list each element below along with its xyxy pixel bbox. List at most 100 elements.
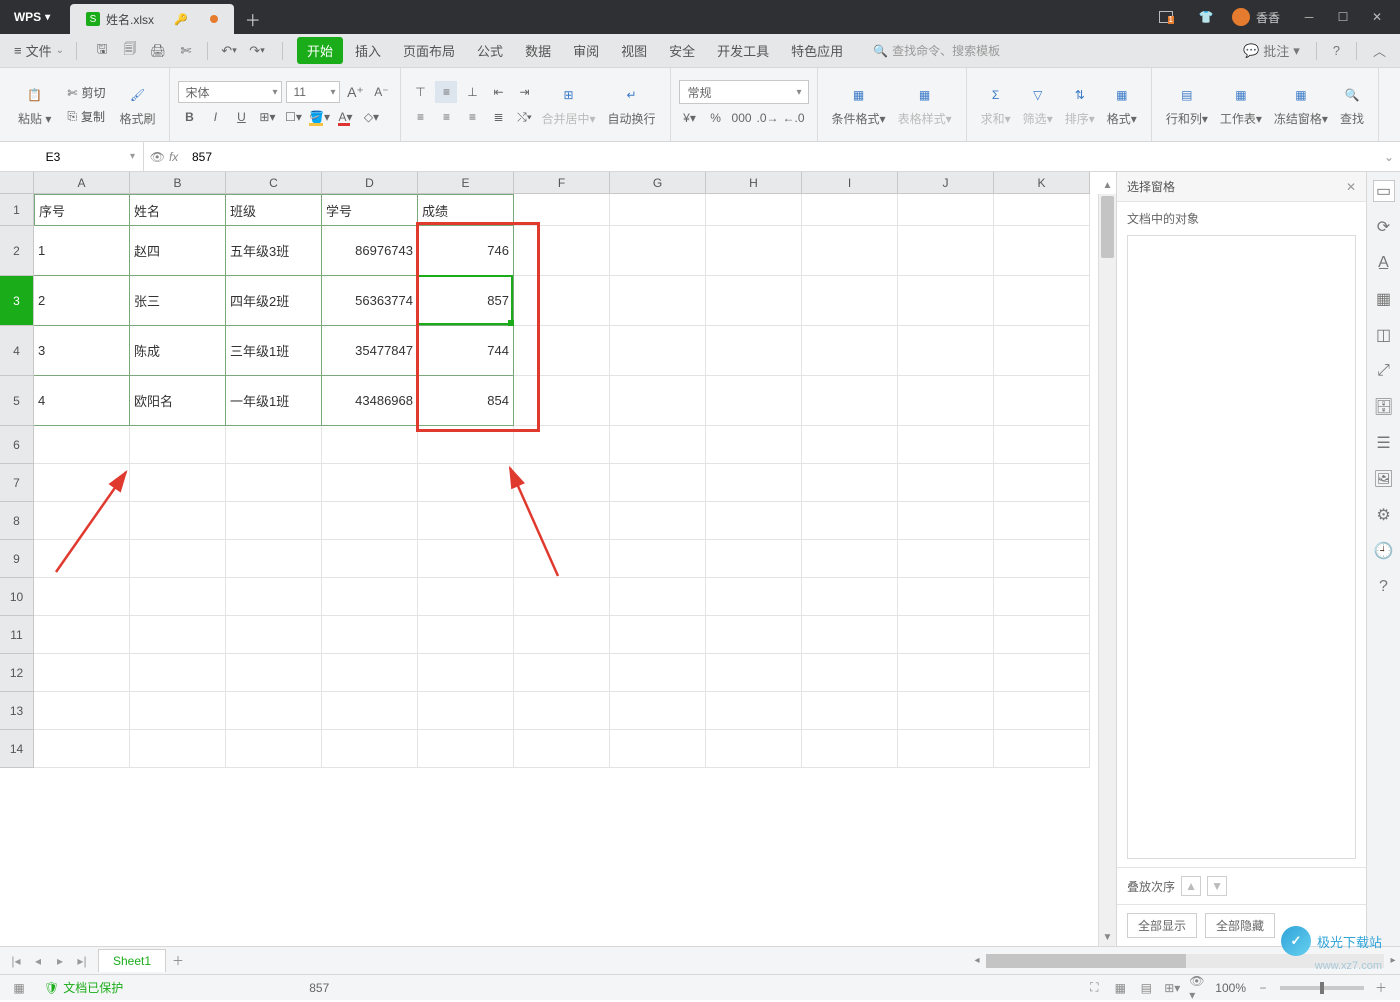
copy-button[interactable]: ⎘ 复制: [63, 106, 109, 127]
cell-I13[interactable]: [802, 692, 898, 730]
cell-A4[interactable]: 3: [34, 326, 130, 376]
cell-C13[interactable]: [226, 692, 322, 730]
cell-K9[interactable]: [994, 540, 1090, 578]
command-search[interactable]: 🔍 查找命令、搜索模板: [873, 42, 1000, 59]
fill-color-button[interactable]: 🪣▾: [308, 106, 330, 128]
cell-D11[interactable]: [322, 616, 418, 654]
cell-B12[interactable]: [130, 654, 226, 692]
cell-G14[interactable]: [610, 730, 706, 768]
underline-button[interactable]: U: [230, 106, 252, 128]
font-color-button[interactable]: A▾: [334, 106, 356, 128]
cell-B5[interactable]: 欧阳名: [130, 376, 226, 426]
cell-I11[interactable]: [802, 616, 898, 654]
cell-C10[interactable]: [226, 578, 322, 616]
cell-H4[interactable]: [706, 326, 802, 376]
cell-F1[interactable]: [514, 194, 610, 226]
zoom-out-button[interactable]: −: [1254, 979, 1272, 997]
hide-all-button[interactable]: 全部隐藏: [1205, 913, 1275, 938]
hscroll-thumb[interactable]: [986, 954, 1186, 968]
apparel-icon[interactable]: 👕: [1192, 3, 1220, 31]
scroll-up-button[interactable]: ▲: [1099, 176, 1116, 194]
border-button[interactable]: ⊞▾: [256, 106, 278, 128]
cell-D2[interactable]: 86976743: [322, 226, 418, 276]
cell-E3[interactable]: 857: [418, 276, 514, 326]
col-header-J[interactable]: J: [898, 172, 994, 194]
status-grid-icon[interactable]: ▦: [10, 979, 28, 997]
tab-pagelayout[interactable]: 页面布局: [393, 37, 465, 64]
cell-D6[interactable]: [322, 426, 418, 464]
cell-E7[interactable]: [418, 464, 514, 502]
cell-B8[interactable]: [130, 502, 226, 540]
cell-K5[interactable]: [994, 376, 1090, 426]
cell-J3[interactable]: [898, 276, 994, 326]
order-down-button[interactable]: ▼: [1207, 876, 1227, 896]
print-preview-icon[interactable]: 🗐: [119, 40, 141, 62]
cell-F10[interactable]: [514, 578, 610, 616]
cell-H13[interactable]: [706, 692, 802, 730]
tab-unsaved-icon[interactable]: [210, 15, 218, 23]
cell-I9[interactable]: [802, 540, 898, 578]
cell-K4[interactable]: [994, 326, 1090, 376]
cut-icon[interactable]: ✄: [175, 40, 197, 62]
cell-B11[interactable]: [130, 616, 226, 654]
clear-format-button[interactable]: ◇▾: [360, 106, 382, 128]
user-badge[interactable]: 香香: [1232, 8, 1280, 26]
cell-F11[interactable]: [514, 616, 610, 654]
indent-decrease-button[interactable]: ⇤: [487, 81, 509, 103]
cell-K1[interactable]: [994, 194, 1090, 226]
cell-F14[interactable]: [514, 730, 610, 768]
cell-A9[interactable]: [34, 540, 130, 578]
hscroll-right-button[interactable]: ▸: [1386, 954, 1400, 968]
filter-button[interactable]: ▽筛选▾: [1017, 83, 1059, 127]
view-page-icon[interactable]: ▤: [1137, 979, 1155, 997]
cell-B3[interactable]: 张三: [130, 276, 226, 326]
undo-icon[interactable]: ↶ ▾: [218, 40, 240, 62]
font-size-select[interactable]: 11: [286, 81, 340, 103]
align-center-button[interactable]: ≡: [435, 106, 457, 128]
zoom-in-button[interactable]: ＋: [1372, 979, 1390, 997]
cell-F3[interactable]: [514, 276, 610, 326]
sheet-next-button[interactable]: ▸: [50, 951, 70, 971]
cell-D10[interactable]: [322, 578, 418, 616]
row-header-7[interactable]: 7: [0, 464, 34, 502]
cell-C9[interactable]: [226, 540, 322, 578]
align-justify-button[interactable]: ≣: [487, 106, 509, 128]
cell-C5[interactable]: 一年级1班: [226, 376, 322, 426]
doc-tab[interactable]: S 姓名.xlsx 🔑: [70, 4, 234, 34]
rail-table-icon[interactable]: ▦: [1373, 288, 1395, 310]
cell-A2[interactable]: 1: [34, 226, 130, 276]
row-header-4[interactable]: 4: [0, 326, 34, 376]
percent-button[interactable]: %: [705, 107, 727, 129]
cell-D8[interactable]: [322, 502, 418, 540]
cell-E14[interactable]: [418, 730, 514, 768]
sheet-prev-button[interactable]: ◂: [28, 951, 48, 971]
tab-review[interactable]: 审阅: [563, 37, 609, 64]
cell-H3[interactable]: [706, 276, 802, 326]
col-header-A[interactable]: A: [34, 172, 130, 194]
cell-B1[interactable]: 姓名: [130, 194, 226, 226]
cell-C4[interactable]: 三年级1班: [226, 326, 322, 376]
cell-E9[interactable]: [418, 540, 514, 578]
cell-A8[interactable]: [34, 502, 130, 540]
cell-H7[interactable]: [706, 464, 802, 502]
help-button[interactable]: ?: [1327, 41, 1346, 60]
cell-K8[interactable]: [994, 502, 1090, 540]
cell-J12[interactable]: [898, 654, 994, 692]
fx-icon[interactable]: fx: [169, 150, 178, 164]
cell-H10[interactable]: [706, 578, 802, 616]
cell-H5[interactable]: [706, 376, 802, 426]
cell-F5[interactable]: [514, 376, 610, 426]
view-split-icon[interactable]: ⊞▾: [1163, 979, 1181, 997]
maximize-button[interactable]: ☐: [1326, 3, 1360, 31]
cell-D4[interactable]: 35477847: [322, 326, 418, 376]
rail-refresh-icon[interactable]: ⟳: [1373, 216, 1395, 238]
tab-special[interactable]: 特色应用: [781, 37, 853, 64]
cell-I4[interactable]: [802, 326, 898, 376]
cell-B13[interactable]: [130, 692, 226, 730]
cell-K11[interactable]: [994, 616, 1090, 654]
cell-A14[interactable]: [34, 730, 130, 768]
formula-input[interactable]: [192, 150, 1370, 164]
row-header-1[interactable]: 1: [0, 194, 34, 226]
save-icon[interactable]: 🖫: [91, 40, 113, 62]
row-header-13[interactable]: 13: [0, 692, 34, 730]
